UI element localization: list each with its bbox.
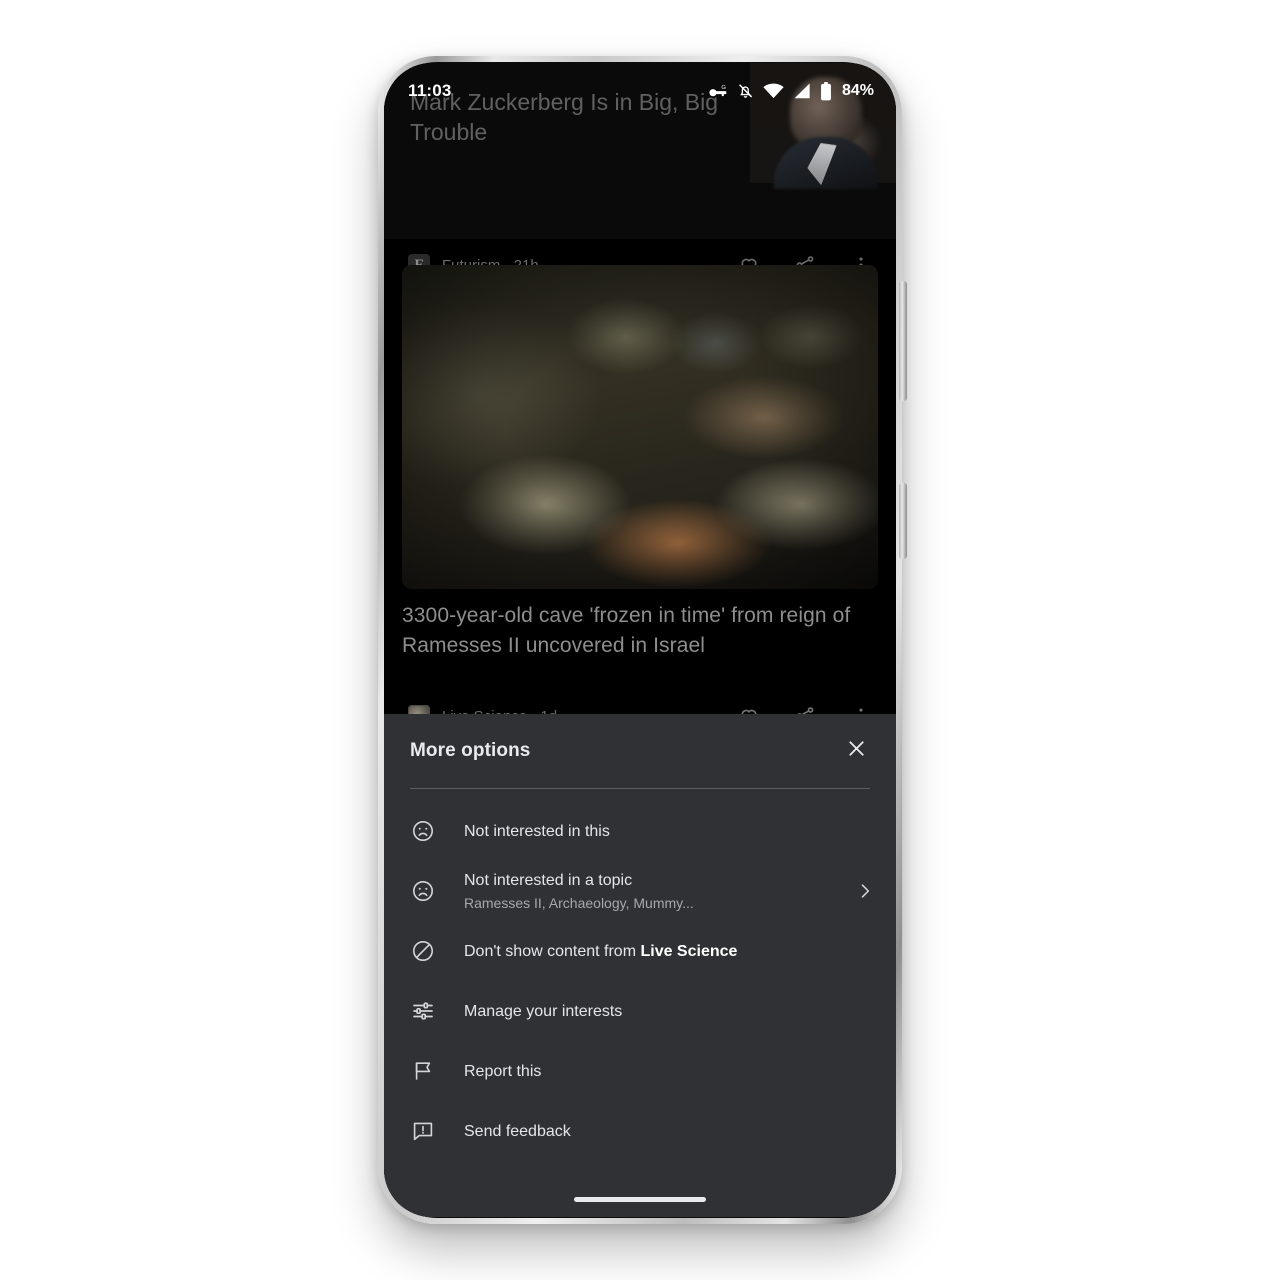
more-options-bottom-sheet: More options Not interested in this Not …	[384, 714, 896, 1217]
tune-icon	[410, 998, 436, 1024]
sheet-title: More options	[410, 740, 531, 761]
menu-item-label: Send feedback	[464, 1122, 571, 1140]
options-menu: Not interested in this Not interested in…	[384, 789, 896, 1161]
feed-card-image-cave[interactable]	[402, 265, 878, 589]
vpn-key-icon: G	[708, 83, 728, 99]
battery-percent-label: 84%	[841, 82, 874, 99]
screenshot-canvas: Mark Zuckerberg Is in Big, Big Trouble F…	[0, 0, 1280, 1280]
menu-item-label: Report this	[464, 1062, 542, 1080]
menu-item-text: Don't show content from Live Science	[464, 941, 878, 962]
battery-icon	[820, 81, 832, 101]
sentiment-dissatisfied-icon	[410, 878, 436, 904]
menu-item-not-interested-in-a-topic[interactable]: Not interested in a topic Ramesses II, A…	[384, 861, 896, 921]
sheet-header: More options	[384, 714, 896, 788]
feedback-icon	[410, 1118, 436, 1144]
volume-rocker-button[interactable]	[899, 483, 907, 559]
menu-item-block-source[interactable]: Don't show content from Live Science	[384, 921, 896, 981]
svg-text:G: G	[721, 85, 726, 91]
menu-item-text: Not interested in a topic Ramesses II, A…	[464, 870, 842, 913]
menu-item-label: Not interested in a topic	[464, 871, 633, 889]
flag-icon	[410, 1058, 436, 1084]
menu-item-label: Manage your interests	[464, 1002, 623, 1020]
status-icon-group: G 84%	[708, 81, 874, 101]
menu-item-text: Send feedback	[464, 1121, 878, 1142]
menu-item-label-prefix: Don't show content from	[464, 942, 641, 960]
menu-item-report-this[interactable]: Report this	[384, 1041, 896, 1101]
navigation-bar	[384, 1181, 896, 1217]
card-headline-cave: 3300-year-old cave 'frozen in time' from…	[402, 604, 851, 657]
status-clock: 11:03	[408, 81, 452, 100]
menu-item-manage-your-interests[interactable]: Manage your interests	[384, 981, 896, 1041]
menu-item-source-name: Live Science	[640, 942, 738, 960]
power-button[interactable]	[899, 281, 907, 401]
block-icon	[410, 938, 436, 964]
menu-item-send-feedback[interactable]: Send feedback	[384, 1101, 896, 1161]
cellular-signal-icon	[793, 83, 811, 99]
home-gesture-pill[interactable]	[574, 1196, 706, 1202]
menu-item-label: Don't show content from Live Science	[464, 943, 737, 960]
menu-item-text: Manage your interests	[464, 1001, 878, 1022]
menu-item-subtitle: Ramesses II, Archaeology, Mummy...	[464, 894, 694, 911]
menu-item-text: Not interested in this	[464, 821, 878, 842]
chevron-right-icon[interactable]	[852, 878, 878, 904]
menu-item-not-interested-in-this[interactable]: Not interested in this	[384, 801, 896, 861]
wifi-icon	[763, 83, 784, 99]
menu-item-label: Not interested in this	[464, 822, 610, 840]
cave-photo	[402, 265, 878, 589]
notifications-off-icon	[737, 82, 754, 100]
phone-screen: Mark Zuckerberg Is in Big, Big Trouble F…	[384, 63, 896, 1217]
close-icon	[845, 737, 868, 765]
sentiment-dissatisfied-icon	[410, 818, 436, 844]
close-button[interactable]	[834, 729, 878, 773]
status-bar: 11:03 G 84%	[384, 63, 896, 119]
menu-item-text: Report this	[464, 1061, 878, 1082]
